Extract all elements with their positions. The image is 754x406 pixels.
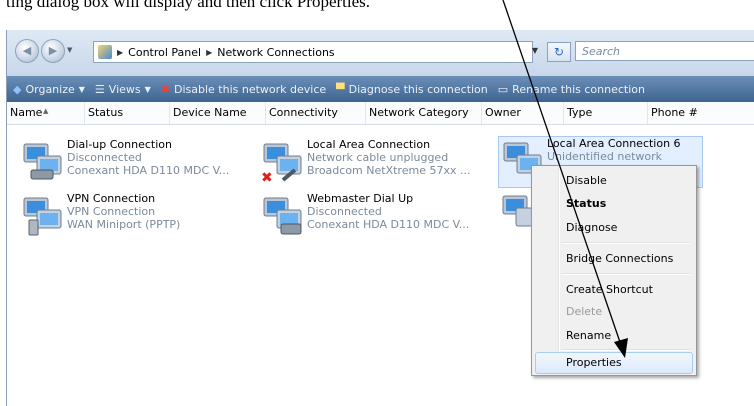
- vpn-connection-icon: [23, 197, 62, 236]
- column-owner-label: Owner: [485, 106, 521, 119]
- menu-item-bridge-connections[interactable]: Bridge Connections: [566, 252, 673, 265]
- webmaster-dialup-icon: [263, 197, 302, 235]
- connection-item-webmaster-dialup[interactable]: Webmaster Dial Up Disconnected Conexant …: [259, 192, 479, 242]
- item-name: Local Area Connection 6: [547, 137, 681, 150]
- dialup-connection-icon: [23, 143, 62, 180]
- organize-button[interactable]: ◆ Organize ▼: [13, 83, 85, 96]
- chevron-down-icon: ▼: [144, 84, 151, 94]
- column-connectivity[interactable]: Connectivity: [266, 102, 366, 124]
- breadcrumb-control-panel[interactable]: Control Panel: [128, 46, 201, 59]
- item-name: Local Area Connection: [307, 138, 431, 151]
- column-phone-label: Phone #: [651, 106, 698, 119]
- refresh-button[interactable]: ↻: [547, 42, 571, 62]
- organize-label: Organize: [25, 82, 75, 96]
- item-name: VPN Connection: [67, 192, 156, 205]
- network-connection-icon: [502, 195, 534, 227]
- connection-item-vpn[interactable]: VPN Connection VPN Connection WAN Minipo…: [19, 192, 239, 242]
- instruction-caption: ting dialog box will display and then cl…: [6, 0, 371, 11]
- disable-x-icon: ✖: [160, 82, 170, 96]
- search-input[interactable]: Search: [575, 41, 754, 61]
- views-button[interactable]: ☰ Views ▼: [95, 83, 151, 96]
- menu-item-create-shortcut[interactable]: Create Shortcut: [566, 283, 653, 296]
- item-device: WAN Miniport (PPTP): [67, 218, 181, 231]
- back-button[interactable]: ◀: [15, 39, 39, 63]
- item-status: Network cable unplugged: [307, 151, 449, 164]
- breadcrumb-network-connections[interactable]: Network Connections: [217, 46, 334, 59]
- menu-separator: [562, 242, 690, 244]
- column-device-name-label: Device Name: [173, 106, 247, 119]
- rename-connection-button[interactable]: ▭ Rename this connection: [498, 83, 645, 96]
- rename-icon: ▭: [497, 82, 509, 96]
- local-area-connection-icon: ✖: [261, 143, 302, 182]
- item-device: Broadcom NetXtreme 57xx ...: [307, 164, 471, 177]
- menu-gutter: [558, 168, 560, 373]
- column-name-label: Name: [10, 106, 43, 119]
- item-device: Conexant HDA D110 MDC V...: [307, 218, 470, 231]
- disable-device-label: Disable this network device: [174, 82, 327, 96]
- menu-item-properties[interactable]: Properties: [566, 356, 622, 369]
- item-name: Webmaster Dial Up: [307, 192, 414, 205]
- item-status: Disconnected: [307, 205, 382, 218]
- column-phone[interactable]: Phone #: [648, 102, 754, 124]
- item-name: Dial-up Connection: [67, 138, 172, 151]
- disable-device-button[interactable]: ✖ Disable this network device: [161, 83, 326, 96]
- column-status[interactable]: Status: [85, 102, 170, 124]
- column-device-name[interactable]: Device Name: [170, 102, 266, 124]
- menu-item-rename[interactable]: Rename: [566, 329, 611, 342]
- control-panel-icon: [98, 45, 112, 59]
- address-dropdown-icon[interactable]: ▼: [525, 42, 545, 60]
- menu-item-diagnose[interactable]: Diagnose: [566, 221, 617, 234]
- column-name[interactable]: ▲ Name: [7, 102, 85, 124]
- views-label: Views: [108, 82, 141, 96]
- column-type[interactable]: Type: [564, 102, 648, 124]
- sort-up-icon: ▲: [43, 107, 49, 115]
- command-bar: ◆ Organize ▼ ☰ Views ▼ ✖ Disable this ne…: [7, 76, 754, 102]
- diagnose-connection-button[interactable]: ▀ Diagnose this connection: [336, 83, 488, 96]
- column-headers: ▲ Name Status Device Name Connectivity N…: [7, 102, 754, 125]
- diagnose-connection-label: Diagnose this connection: [348, 82, 488, 96]
- forward-arrow-icon: ▶: [48, 44, 58, 57]
- explorer-window: ◀ ▶ ▼ ▶ Control Panel ▶ Network Connecti…: [6, 30, 754, 406]
- recent-pages-dropdown-icon[interactable]: ▼: [67, 46, 72, 54]
- item-device: Conexant HDA D110 MDC V...: [67, 164, 230, 177]
- menu-item-delete: Delete: [566, 305, 603, 318]
- menu-separator: [562, 273, 690, 275]
- address-bar: ◀ ▶ ▼ ▶ Control Panel ▶ Network Connecti…: [7, 30, 754, 76]
- column-status-label: Status: [88, 106, 124, 119]
- breadcrumb[interactable]: ▶ Control Panel ▶ Network Connections: [93, 41, 533, 63]
- chevron-right-icon[interactable]: ▶: [117, 48, 123, 57]
- organize-icon: ◆: [13, 82, 22, 96]
- column-network-category-label: Network Category: [369, 106, 469, 119]
- item-status: Unidentified network: [547, 150, 663, 163]
- column-type-label: Type: [567, 106, 593, 119]
- context-menu: Disable Status Diagnose Bridge Connectio…: [531, 165, 697, 376]
- column-connectivity-label: Connectivity: [269, 106, 338, 119]
- menu-item-disable[interactable]: Disable: [566, 174, 607, 187]
- diagnose-icon: ▀: [336, 82, 345, 96]
- svg-text:✖: ✖: [261, 170, 273, 182]
- back-arrow-icon: ◀: [22, 44, 32, 57]
- connection-item-dialup[interactable]: Dial-up Connection Disconnected Conexant…: [19, 138, 239, 188]
- chevron-right-icon[interactable]: ▶: [206, 48, 212, 57]
- menu-item-status[interactable]: Status: [566, 197, 606, 210]
- chevron-down-icon: ▼: [78, 84, 85, 94]
- column-network-category[interactable]: Network Category: [366, 102, 482, 124]
- item-status: VPN Connection: [67, 205, 156, 218]
- forward-button[interactable]: ▶: [41, 39, 65, 63]
- rename-connection-label: Rename this connection: [512, 82, 645, 96]
- views-icon: ☰: [94, 82, 105, 96]
- column-owner[interactable]: Owner: [482, 102, 564, 124]
- menu-separator: [562, 349, 690, 351]
- item-status: Disconnected: [67, 151, 142, 164]
- connection-item-local-area[interactable]: ✖ Local Area Connection Network cable un…: [259, 138, 479, 188]
- refresh-icon: ↻: [553, 45, 565, 59]
